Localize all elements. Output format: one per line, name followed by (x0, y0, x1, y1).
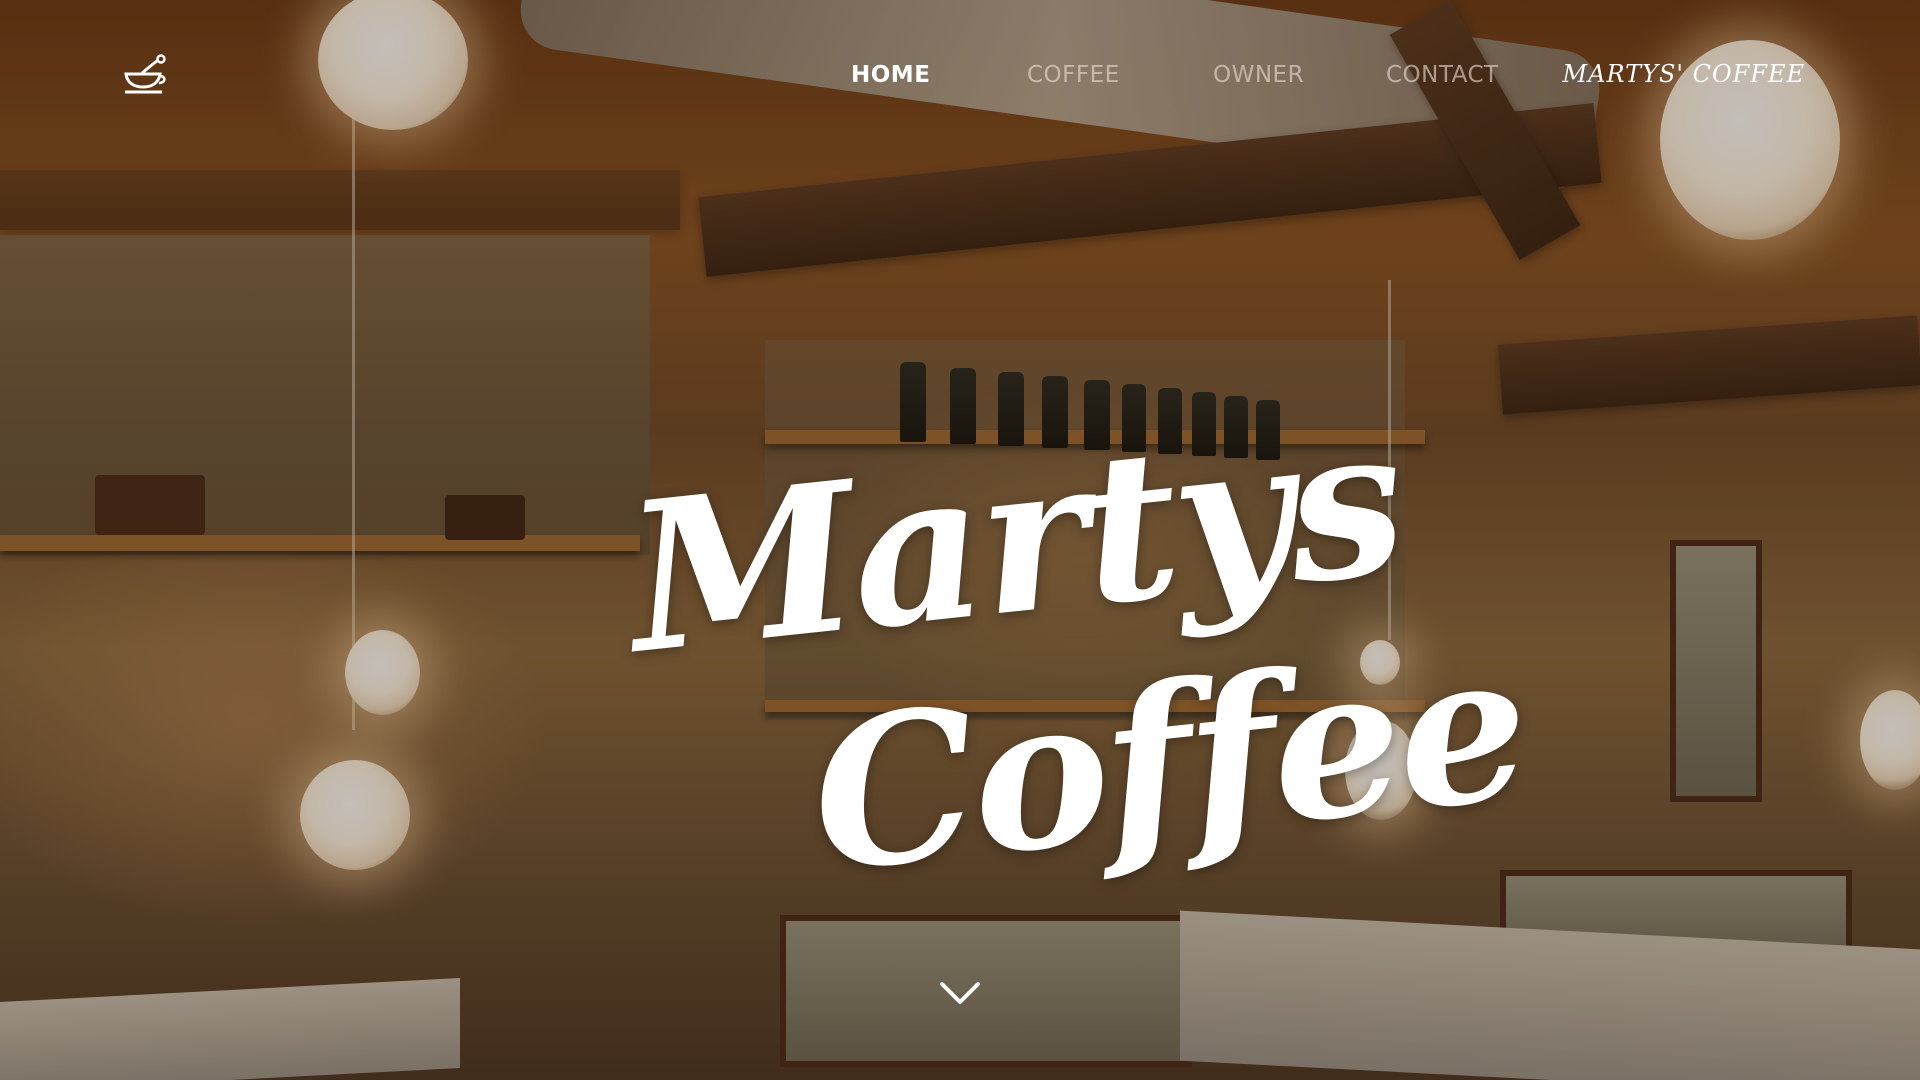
brand-wordmark[interactable]: MARTYS' COFFEE (1563, 60, 1805, 88)
nav-owner-link[interactable]: OWNER (1213, 62, 1304, 88)
nav-contact-link[interactable]: CONTACT (1386, 62, 1499, 88)
nav-home-link[interactable]: HOME (851, 62, 930, 88)
top-navigation: HOME COFFEE OWNER CONTACT MARTYS' COFFEE (0, 0, 1920, 155)
chevron-down-icon[interactable] (938, 978, 982, 1008)
hero-section: HOME COFFEE OWNER CONTACT MARTYS' COFFEE… (0, 0, 1920, 1080)
nav-coffee-link[interactable]: COFFEE (1027, 62, 1120, 88)
